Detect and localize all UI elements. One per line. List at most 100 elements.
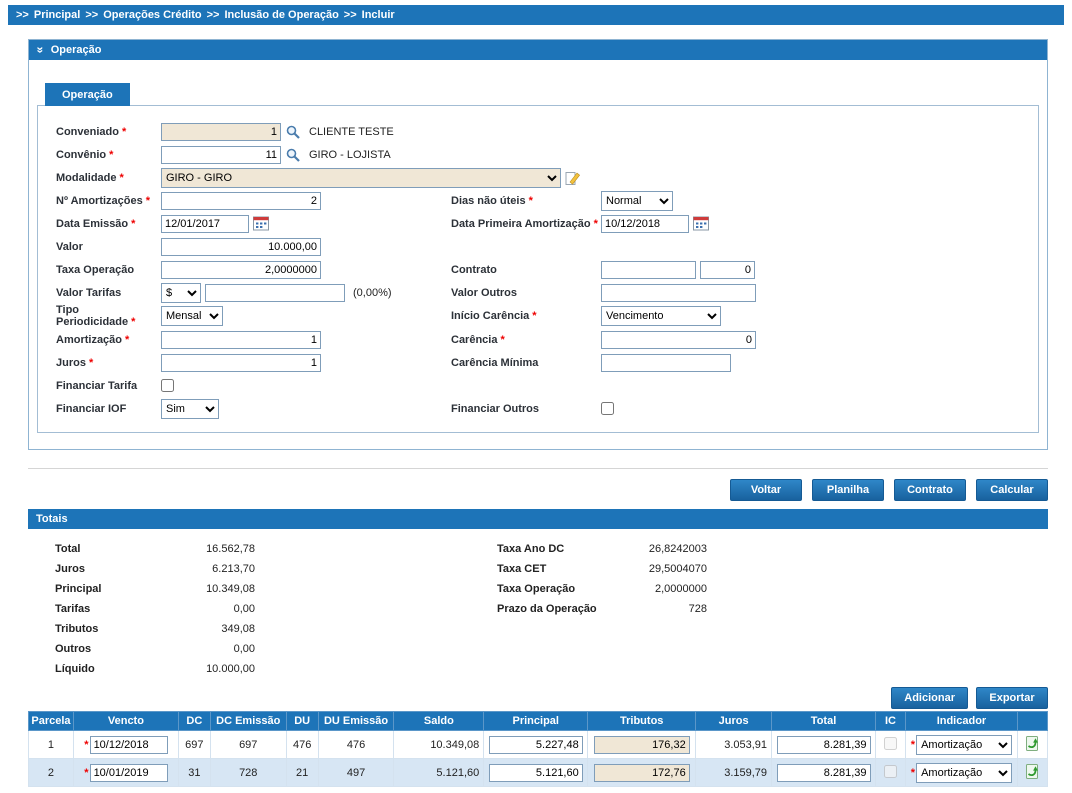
inicio-carencia-select[interactable]: Vencimento: [601, 306, 721, 326]
breadcrumb-operacoes-credito[interactable]: Operações Crédito: [103, 9, 201, 21]
juros-cell: 3.159,79: [695, 758, 773, 787]
required-marker: *: [125, 333, 130, 346]
tipo-periodicidade-select[interactable]: Mensal: [161, 306, 223, 326]
voltar-button[interactable]: Voltar: [730, 479, 802, 501]
conveniado-input[interactable]: [161, 122, 281, 141]
principal-input[interactable]: [488, 763, 583, 782]
form-row: Valor Tarifas $ (0,00%) Valor Outros: [46, 281, 1030, 304]
inicio-carencia-label: Início Carência *: [451, 310, 537, 322]
totais-section: Total 16.562,78 Juros 6.213,70 Principal 10…: [0, 529, 1072, 683]
contrato-input[interactable]: [601, 260, 696, 279]
indicador-select[interactable]: Amortização: [916, 762, 1013, 783]
ic-checkbox[interactable]: [884, 736, 897, 750]
total-value: 16.562,78: [206, 543, 255, 555]
breadcrumb-inclusao-de-operacao[interactable]: Inclusão de Operação: [224, 9, 338, 21]
data-emissao-input[interactable]: [161, 214, 249, 233]
liquido-value: 10.000,00: [206, 663, 255, 675]
ic-checkbox[interactable]: [884, 764, 897, 778]
required-marker: *: [500, 333, 505, 346]
tab-operacao[interactable]: Operação: [45, 83, 130, 106]
col-indicador: Indicador: [904, 711, 1018, 731]
required-marker: *: [532, 310, 537, 322]
calcular-button[interactable]: Calcular: [976, 479, 1048, 501]
contrato-sequence-input[interactable]: [700, 260, 755, 279]
financiar-iof-label: Financiar IOF: [56, 402, 127, 415]
total-input[interactable]: [776, 735, 871, 754]
data-emissao-label: Data Emissão *: [56, 217, 136, 230]
total-row: Juros 6.213,70: [55, 559, 255, 579]
required-marker: *: [84, 738, 89, 751]
tarifas-value: 0,00: [233, 603, 255, 615]
juros-input[interactable]: [161, 353, 321, 372]
valor-tarifas-input[interactable]: [205, 283, 345, 302]
tipo-periodicidade-label: Tipo Periodicidade *: [56, 304, 136, 328]
conveniado-label: Conveniado *: [56, 125, 127, 138]
panel-title: Operação: [50, 44, 102, 56]
modalidade-label: Modalidade *: [56, 171, 124, 184]
vencto-input[interactable]: [89, 763, 168, 782]
financiar-outros-label: Financiar Outros: [451, 402, 540, 415]
breadcrumb-principal[interactable]: Principal: [34, 9, 80, 21]
total-row: Taxa Ano DC 26,8242003: [497, 539, 707, 559]
calendar-icon[interactable]: [253, 216, 269, 231]
calendar-icon[interactable]: [693, 216, 709, 231]
exportar-button[interactable]: Exportar: [976, 687, 1048, 709]
carencia-minima-input[interactable]: [601, 353, 731, 372]
outros-value: 0,00: [233, 643, 255, 655]
data-primeira-amortizacao-input[interactable]: [601, 214, 689, 233]
tributos-input[interactable]: [593, 763, 690, 782]
dc-cell: 31: [177, 758, 211, 787]
valor-tarifas-currency-select[interactable]: $: [161, 282, 201, 303]
total-row: Tarifas 0,00: [55, 599, 255, 619]
amortizacao-input[interactable]: [161, 330, 321, 349]
saldo-cell: 10.349,08: [393, 730, 485, 759]
principal-value: 10.349,08: [206, 583, 255, 595]
breadcrumb-incluir[interactable]: Incluir: [362, 9, 395, 21]
modalidade-select[interactable]: GIRO - GIRO: [161, 167, 561, 188]
du-emissao-cell: 476: [317, 730, 395, 759]
convenio-input[interactable]: [161, 145, 281, 164]
recalc-row-icon[interactable]: [1024, 735, 1041, 752]
tributos-label: Tributos: [55, 623, 99, 635]
recalc-row-icon[interactable]: [1024, 763, 1041, 780]
valor-input[interactable]: [161, 237, 321, 256]
financiar-outros-checkbox[interactable]: [601, 402, 614, 415]
col-vencto: Vencto: [72, 711, 179, 731]
table-row: 1 * 697 697 476 476 10.349,08 3.053,91 *…: [28, 730, 1049, 759]
collapse-chevron-icon[interactable]: »: [33, 47, 47, 54]
indicador-select[interactable]: Amortização: [916, 734, 1013, 755]
taxa-operacao-input[interactable]: [161, 260, 321, 279]
financiar-iof-select[interactable]: Sim: [161, 398, 219, 419]
total-row: Taxa CET 29,5004070: [497, 559, 707, 579]
breadcrumb-separator: >>: [16, 9, 29, 21]
dias-nao-uteis-select[interactable]: Normal: [601, 190, 673, 211]
financiar-tarifa-checkbox[interactable]: [161, 379, 174, 392]
form-row: Taxa Operação Contrato: [46, 258, 1030, 281]
total-label: Total: [55, 543, 81, 555]
tributos-input[interactable]: [593, 735, 690, 754]
total-input[interactable]: [776, 763, 871, 782]
carencia-input[interactable]: [601, 330, 756, 349]
vencto-input[interactable]: [89, 735, 168, 754]
edit-icon[interactable]: [565, 170, 581, 186]
liquido-label: Líquido: [55, 663, 95, 675]
form-row: Data Emissão* Data Primeira Amortização*: [46, 212, 1030, 235]
adicionar-button[interactable]: Adicionar: [891, 687, 968, 709]
search-icon[interactable]: [285, 124, 301, 140]
valor-outros-label: Valor Outros: [451, 286, 518, 299]
search-icon[interactable]: [285, 147, 301, 163]
contrato-button[interactable]: Contrato: [894, 479, 966, 501]
valor-outros-input[interactable]: [601, 283, 756, 302]
taxa-operacao-total-label: Taxa Operação: [497, 583, 576, 595]
planilha-button[interactable]: Planilha: [812, 479, 884, 501]
du-emissao-cell: 497: [317, 758, 395, 787]
col-saldo: Saldo: [393, 711, 485, 731]
parcela-cell: 1: [28, 730, 74, 759]
total-row: Principal 10.349,08: [55, 579, 255, 599]
juros-label: Juros: [55, 563, 85, 575]
principal-input[interactable]: [488, 735, 583, 754]
col-du-emissao: DU Emissão: [317, 711, 395, 731]
du-cell: 476: [285, 730, 319, 759]
num-amortizacoes-input[interactable]: [161, 191, 321, 210]
required-marker: *: [593, 217, 598, 230]
